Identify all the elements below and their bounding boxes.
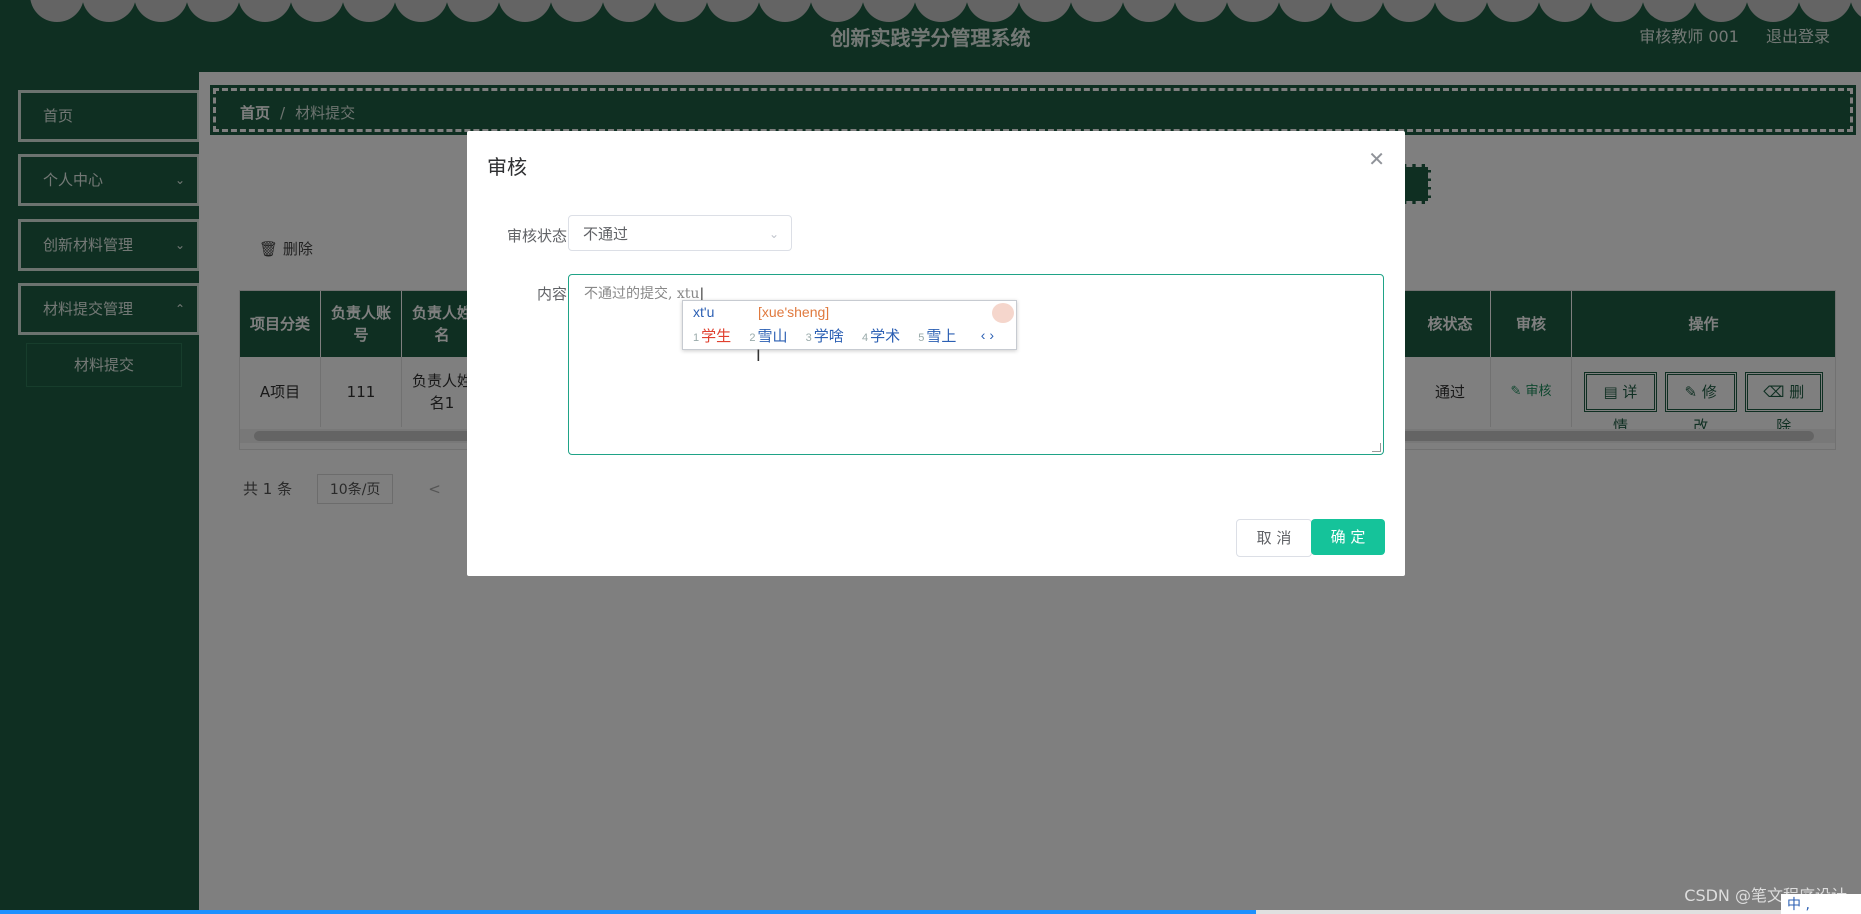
close-icon[interactable]: ✕ [1368, 147, 1385, 171]
dialog-title: 审核 [487, 155, 527, 179]
candidate-number: 3 [805, 332, 812, 344]
review-dialog: 审核 ✕ 审核状态 不通过 ⌄ 内容 不通过的提交, xtu| 取 消 确 定 [467, 131, 1405, 576]
progress-bar [0, 910, 1256, 914]
status-select-value: 不通过 [583, 225, 629, 243]
candidate-text: 学术 [870, 328, 901, 345]
ime-candidate[interactable]: 3 学啥 [806, 328, 844, 345]
ime-tray[interactable]: 中 , [1781, 894, 1861, 914]
text-cursor-icon: I [756, 346, 761, 365]
ime-logo-icon [992, 303, 1014, 323]
content-label: 内容 [536, 285, 567, 303]
cancel-button[interactable]: 取 消 [1236, 519, 1312, 557]
ime-candidate[interactable]: 5 雪上 [918, 328, 956, 345]
candidate-number: 5 [918, 332, 925, 344]
ime-pinyin-hint: [xue'sheng] [758, 304, 830, 320]
resize-handle-icon[interactable] [1372, 443, 1381, 452]
candidate-number: 4 [861, 332, 869, 344]
progress-bar-track [1256, 910, 1861, 914]
ime-candidate[interactable]: 2 雪山 [749, 328, 787, 345]
candidate-number: 1 [693, 332, 700, 344]
candidate-text: 学生 [701, 328, 732, 345]
ime-candidate-window: xt'u [xue'sheng] 1 学生 2 雪山 3 学啥 4 学术 5 雪上 ‹ › [682, 300, 1017, 350]
ime-candidates: 1 学生 2 雪山 3 学啥 4 学术 5 雪上 [693, 325, 970, 346]
ime-page-arrows[interactable]: ‹ › [981, 327, 994, 343]
ime-candidate[interactable]: 1 学生 [693, 328, 731, 345]
ime-candidate[interactable]: 4 学术 [862, 328, 900, 345]
status-select[interactable]: 不通过 ⌄ [568, 215, 792, 251]
ime-composition: xt'u [693, 304, 715, 320]
status-label: 审核状态 [506, 227, 567, 245]
candidate-text: 雪上 [926, 328, 957, 345]
candidate-text: 学啥 [813, 328, 844, 345]
candidate-text: 雪山 [757, 328, 788, 345]
confirm-button[interactable]: 确 定 [1311, 519, 1385, 555]
candidate-number: 2 [749, 332, 756, 344]
chevron-down-icon: ⌄ [768, 227, 779, 241]
